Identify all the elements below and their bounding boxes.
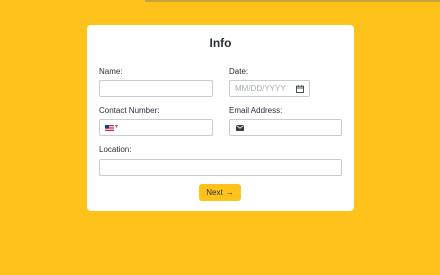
date-placeholder: MM/DD/YYYY [235,84,286,93]
location-field[interactable] [99,159,342,176]
calendar-icon[interactable] [296,85,304,93]
form-title: Info [209,36,232,50]
date-field[interactable]: MM/DD/YYYY [229,80,310,97]
date-label: Date: [229,67,249,76]
top-strip [145,0,440,2]
name-field[interactable] [99,80,213,97]
next-button[interactable]: Next → [199,184,241,201]
us-flag-icon[interactable] [105,125,114,131]
next-button-label: Next [206,188,223,197]
email-address-field[interactable] [229,119,342,136]
location-label: Location: [99,145,132,154]
mail-icon [236,125,244,131]
chevron-down-icon[interactable]: ▾ [115,123,118,130]
contact-number-field[interactable]: ▾ [99,119,213,136]
info-form-card: Info Name: Date: MM/DD/YYYY Contact Numb… [87,25,354,211]
name-label: Name: [99,67,123,76]
arrow-right-icon: → [225,188,234,197]
contact-number-label: Contact Number: [99,106,160,115]
email-address-label: Email Address: [229,106,283,115]
